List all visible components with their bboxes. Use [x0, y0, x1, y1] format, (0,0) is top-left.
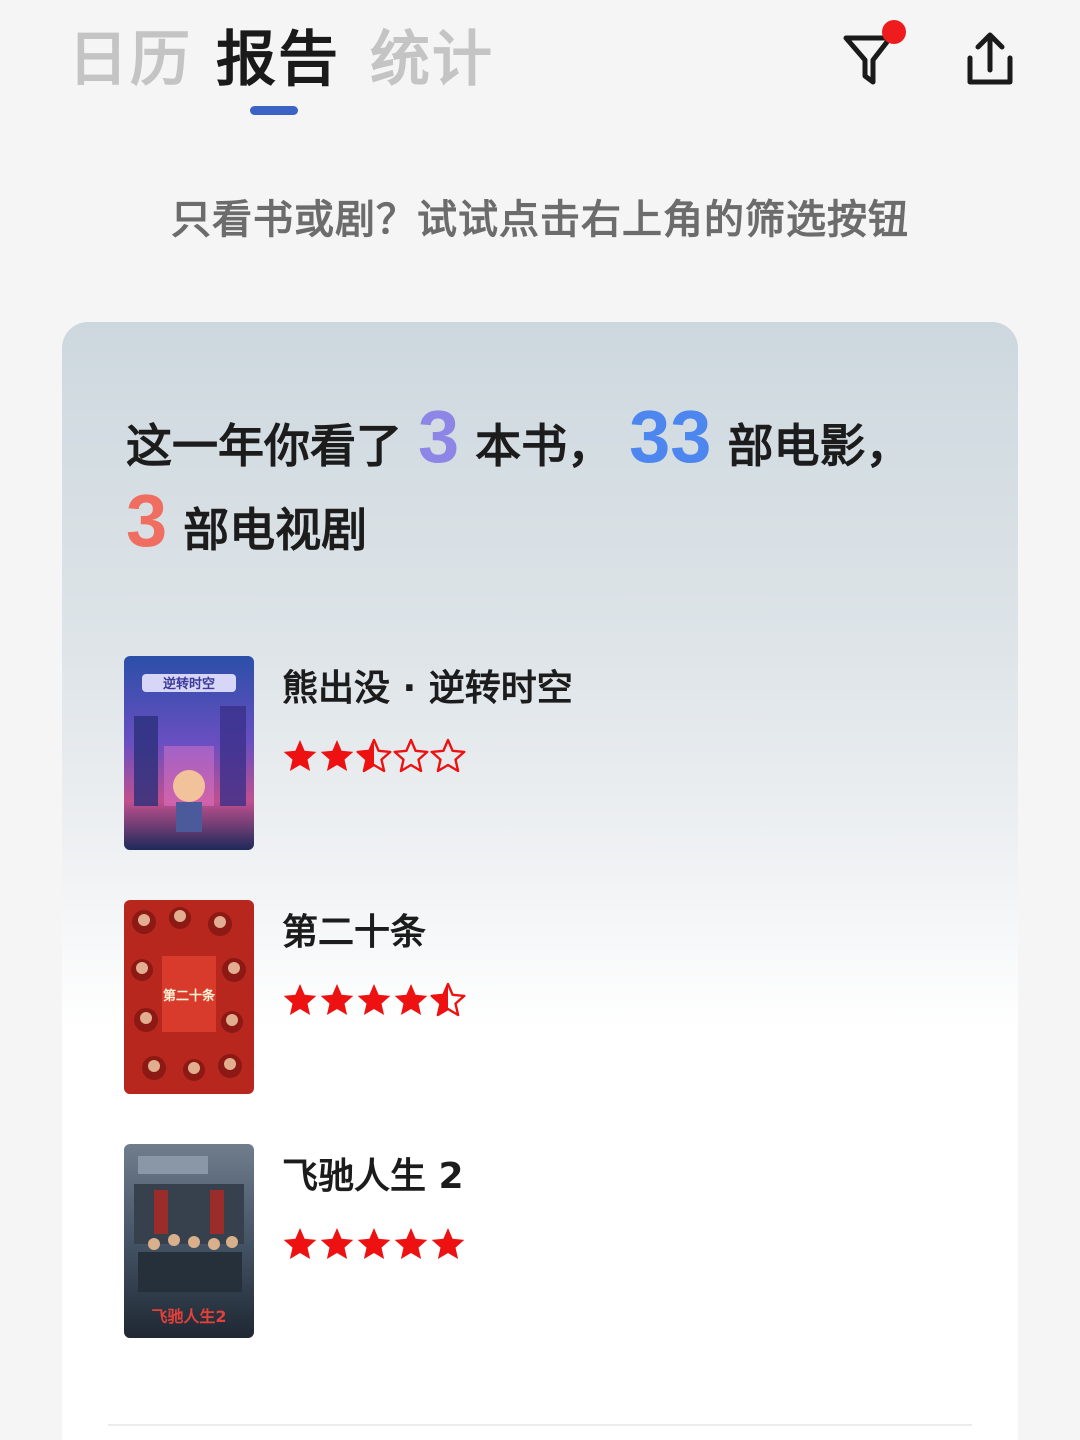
star-full-icon — [393, 982, 429, 1018]
filter-hint: 只看书或剧？试试点击右上角的筛选按钮 — [171, 197, 909, 243]
star-full-icon — [356, 1226, 392, 1262]
star-full-icon — [356, 982, 392, 1018]
books-count: 3 — [418, 395, 460, 478]
poster-image: 逆转时空 — [124, 656, 254, 850]
tab-report[interactable]: 报告 — [216, 22, 340, 98]
divider — [108, 1424, 972, 1426]
tab-calendar[interactable]: 日历 — [68, 22, 192, 98]
star-full-icon — [319, 738, 355, 774]
poster-title-text: 第二十条 — [163, 988, 216, 1004]
star-half-icon — [430, 982, 466, 1018]
books-unit: 本书， — [475, 419, 614, 473]
star-full-icon — [319, 1226, 355, 1262]
list-item[interactable]: 逆转时空 熊出没 · 逆转时空 — [124, 656, 964, 850]
share-button[interactable] — [958, 28, 1022, 92]
star-full-icon — [430, 1226, 466, 1262]
star-empty-icon — [393, 738, 429, 774]
movies-unit: 部电影， — [727, 419, 912, 473]
tab-stats[interactable]: 统计 — [370, 22, 494, 98]
star-rating — [282, 1226, 467, 1262]
poster-image: 飞驰人生2 — [124, 1144, 254, 1338]
list-item[interactable]: 飞驰人生2 飞驰人生 2 — [124, 1144, 964, 1338]
share-icon — [967, 32, 1013, 85]
poster-image: 第二十条 — [124, 900, 254, 1094]
item-title: 第二十条 — [282, 912, 427, 953]
list-item[interactable]: 第二十条 第二十条 — [124, 900, 964, 1094]
filter-button[interactable] — [838, 20, 906, 92]
active-tab-indicator — [250, 106, 298, 115]
star-full-icon — [319, 982, 355, 1018]
star-rating — [282, 982, 467, 1018]
movies-count: 33 — [629, 395, 712, 478]
star-full-icon — [282, 738, 318, 774]
tv-count: 3 — [126, 479, 168, 562]
top-bar: 日历 报告 统计 — [0, 0, 1080, 130]
filter-badge — [882, 20, 906, 44]
star-half-icon — [356, 738, 392, 774]
star-rating — [282, 738, 467, 774]
star-full-icon — [282, 982, 318, 1018]
star-empty-icon — [430, 738, 466, 774]
item-title: 飞驰人生 2 — [282, 1156, 464, 1197]
star-full-icon — [282, 1226, 318, 1262]
tv-unit: 部电视剧 — [183, 503, 368, 557]
annual-report-card: 这一年你看了 3 本书， 33 部电影， 3 部电视剧 逆转时空 熊出没 · 逆… — [62, 322, 1018, 1440]
annual-summary: 这一年你看了 3 本书， 33 部电影， 3 部电视剧 — [126, 394, 986, 562]
summary-prefix: 这一年你看了 — [126, 419, 402, 473]
item-title: 熊出没 · 逆转时空 — [282, 668, 573, 709]
poster-title-text: 逆转时空 — [163, 676, 215, 692]
report-page: 日历 报告 统计 只看书或剧？试试点击右上角的筛选按钮 这一年你看了 3 本书，… — [0, 0, 1080, 1440]
poster-title-text: 飞驰人生2 — [151, 1307, 226, 1326]
star-full-icon — [393, 1226, 429, 1262]
